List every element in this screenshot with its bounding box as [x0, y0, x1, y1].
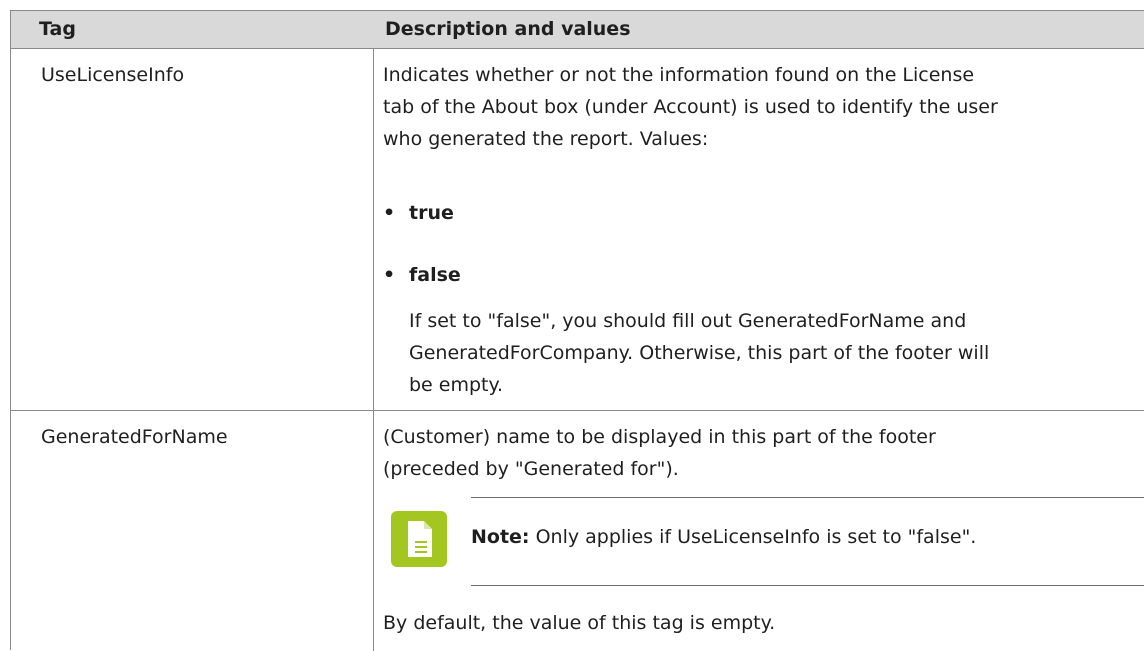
- description-line: (Customer) name to be displayed in this …: [383, 426, 936, 448]
- description-line: tab of the About box (under Account) is …: [383, 96, 998, 118]
- description: (Customer) name to be displayed in this …: [383, 421, 1133, 485]
- description: Indicates whether or not the information…: [383, 59, 1133, 155]
- note-label: Note:: [471, 526, 530, 548]
- description-line: (preceded by "Generated for").: [383, 458, 679, 480]
- value-label: true: [409, 202, 454, 224]
- note-document-icon: [391, 511, 447, 567]
- description-line: who generated the report. Values:: [383, 128, 709, 150]
- reference-table: Tag Description and values UseLicenseInf…: [10, 10, 1144, 651]
- note-text: Only applies if UseLicenseInfo is set to…: [535, 526, 977, 548]
- note-top-rule: [471, 497, 1144, 498]
- note-content: Note: Only applies if UseLicenseInfo is …: [471, 521, 976, 553]
- table-row: GeneratedForName (Customer) name to be d…: [11, 411, 1144, 651]
- note-bottom-rule: [471, 585, 1144, 586]
- bullet-icon: •: [383, 264, 396, 286]
- description-line: GeneratedForCompany. Otherwise, this par…: [409, 342, 990, 364]
- note-box: Note: Only applies if UseLicenseInfo is …: [383, 497, 1144, 593]
- tag-name: UseLicenseInfo: [41, 64, 185, 86]
- description-line: be empty.: [409, 374, 504, 396]
- description-line: Indicates whether or not the information…: [383, 64, 975, 86]
- bullet-icon: •: [383, 202, 396, 224]
- value-label: false: [409, 264, 461, 286]
- default-note: By default, the value of this tag is emp…: [383, 612, 776, 634]
- value-item: • true: [383, 197, 454, 229]
- description-line: If set to "false", you should fill out G…: [409, 310, 967, 332]
- table-header: Tag Description and values: [11, 11, 1144, 49]
- tag-name: GeneratedForName: [41, 426, 228, 448]
- followup-description: If set to "false", you should fill out G…: [409, 305, 1144, 401]
- header-description: Description and values: [385, 18, 631, 40]
- header-tag: Tag: [39, 18, 76, 40]
- table-row: UseLicenseInfo Indicates whether or not …: [11, 49, 1144, 411]
- value-item: • false: [383, 259, 461, 291]
